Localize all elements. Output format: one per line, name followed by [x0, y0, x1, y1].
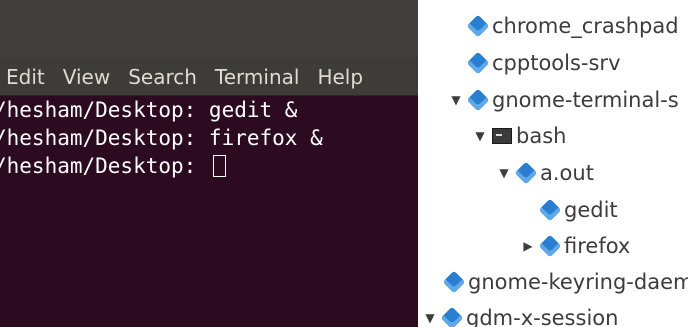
terminal-window: Edit View Search Terminal Help /hesham/D…	[0, 0, 418, 327]
tree-row-gedit[interactable]: gedit	[538, 194, 618, 226]
terminal-icon	[492, 128, 512, 144]
expanded-arrow-icon[interactable]: ▼	[496, 166, 512, 180]
process-icon	[442, 270, 466, 294]
tree-row-a-out[interactable]: ▼ a.out	[496, 157, 594, 189]
process-icon	[538, 234, 562, 258]
tree-row-chrome-crashpad[interactable]: chrome_crashpad	[466, 10, 679, 42]
terminal-prompt-line: /hesham/Desktop:	[0, 152, 418, 180]
tree-row-label: gnome-terminal-s	[492, 88, 679, 112]
process-icon	[466, 51, 490, 75]
process-icon	[514, 161, 538, 185]
menu-search[interactable]: Search	[128, 65, 197, 89]
terminal-titlebar	[0, 0, 418, 58]
tree-row-label: gnome-keyring-daem	[468, 270, 688, 294]
terminal-line: /hesham/Desktop: firefox &	[0, 124, 418, 152]
terminal-menubar: Edit View Search Terminal Help	[0, 58, 418, 96]
tree-row-gnome-terminal[interactable]: ▼ gnome-terminal-s	[448, 84, 679, 116]
menu-view[interactable]: View	[63, 65, 110, 89]
process-tree: chrome_crashpad cpptools-srv ▼ gnome-ter…	[418, 0, 688, 327]
expanded-arrow-icon[interactable]: ▼	[472, 129, 488, 143]
tree-row-label: bash	[516, 124, 567, 148]
process-icon	[440, 306, 464, 327]
terminal-line-text: /hesham/Desktop: firefox &	[0, 126, 323, 150]
menu-help[interactable]: Help	[317, 65, 363, 89]
tree-row-gnome-keyring[interactable]: gnome-keyring-daem	[442, 266, 688, 298]
tree-row-gdm-x-session[interactable]: ▼ gdm-x-session	[422, 302, 618, 327]
tree-row-label: cpptools-srv	[492, 51, 621, 75]
expanded-arrow-icon[interactable]: ▼	[422, 311, 438, 325]
menu-edit[interactable]: Edit	[6, 65, 45, 89]
terminal-cursor	[212, 155, 226, 177]
process-icon	[466, 14, 490, 38]
tree-row-label: gedit	[564, 198, 618, 222]
terminal-output[interactable]: /hesham/Desktop: gedit & /hesham/Desktop…	[0, 96, 418, 180]
process-icon	[538, 198, 562, 222]
terminal-prompt: /hesham/Desktop:	[0, 154, 209, 178]
tree-row-label: chrome_crashpad	[492, 14, 679, 38]
tree-row-bash[interactable]: ▼ bash	[472, 120, 566, 152]
tree-row-label: firefox	[564, 234, 631, 258]
tree-row-label: a.out	[540, 161, 594, 185]
tree-row-label: gdm-x-session	[466, 306, 619, 327]
expanded-arrow-icon[interactable]: ▼	[448, 93, 464, 107]
menu-terminal[interactable]: Terminal	[215, 65, 300, 89]
terminal-line: /hesham/Desktop: gedit &	[0, 96, 418, 124]
terminal-line-text: /hesham/Desktop: gedit &	[0, 98, 298, 122]
tree-row-firefox[interactable]: ▶ firefox	[520, 230, 630, 262]
collapsed-arrow-icon[interactable]: ▶	[520, 239, 536, 253]
process-icon	[466, 88, 490, 112]
tree-row-cpptools-srv[interactable]: cpptools-srv	[466, 47, 621, 79]
